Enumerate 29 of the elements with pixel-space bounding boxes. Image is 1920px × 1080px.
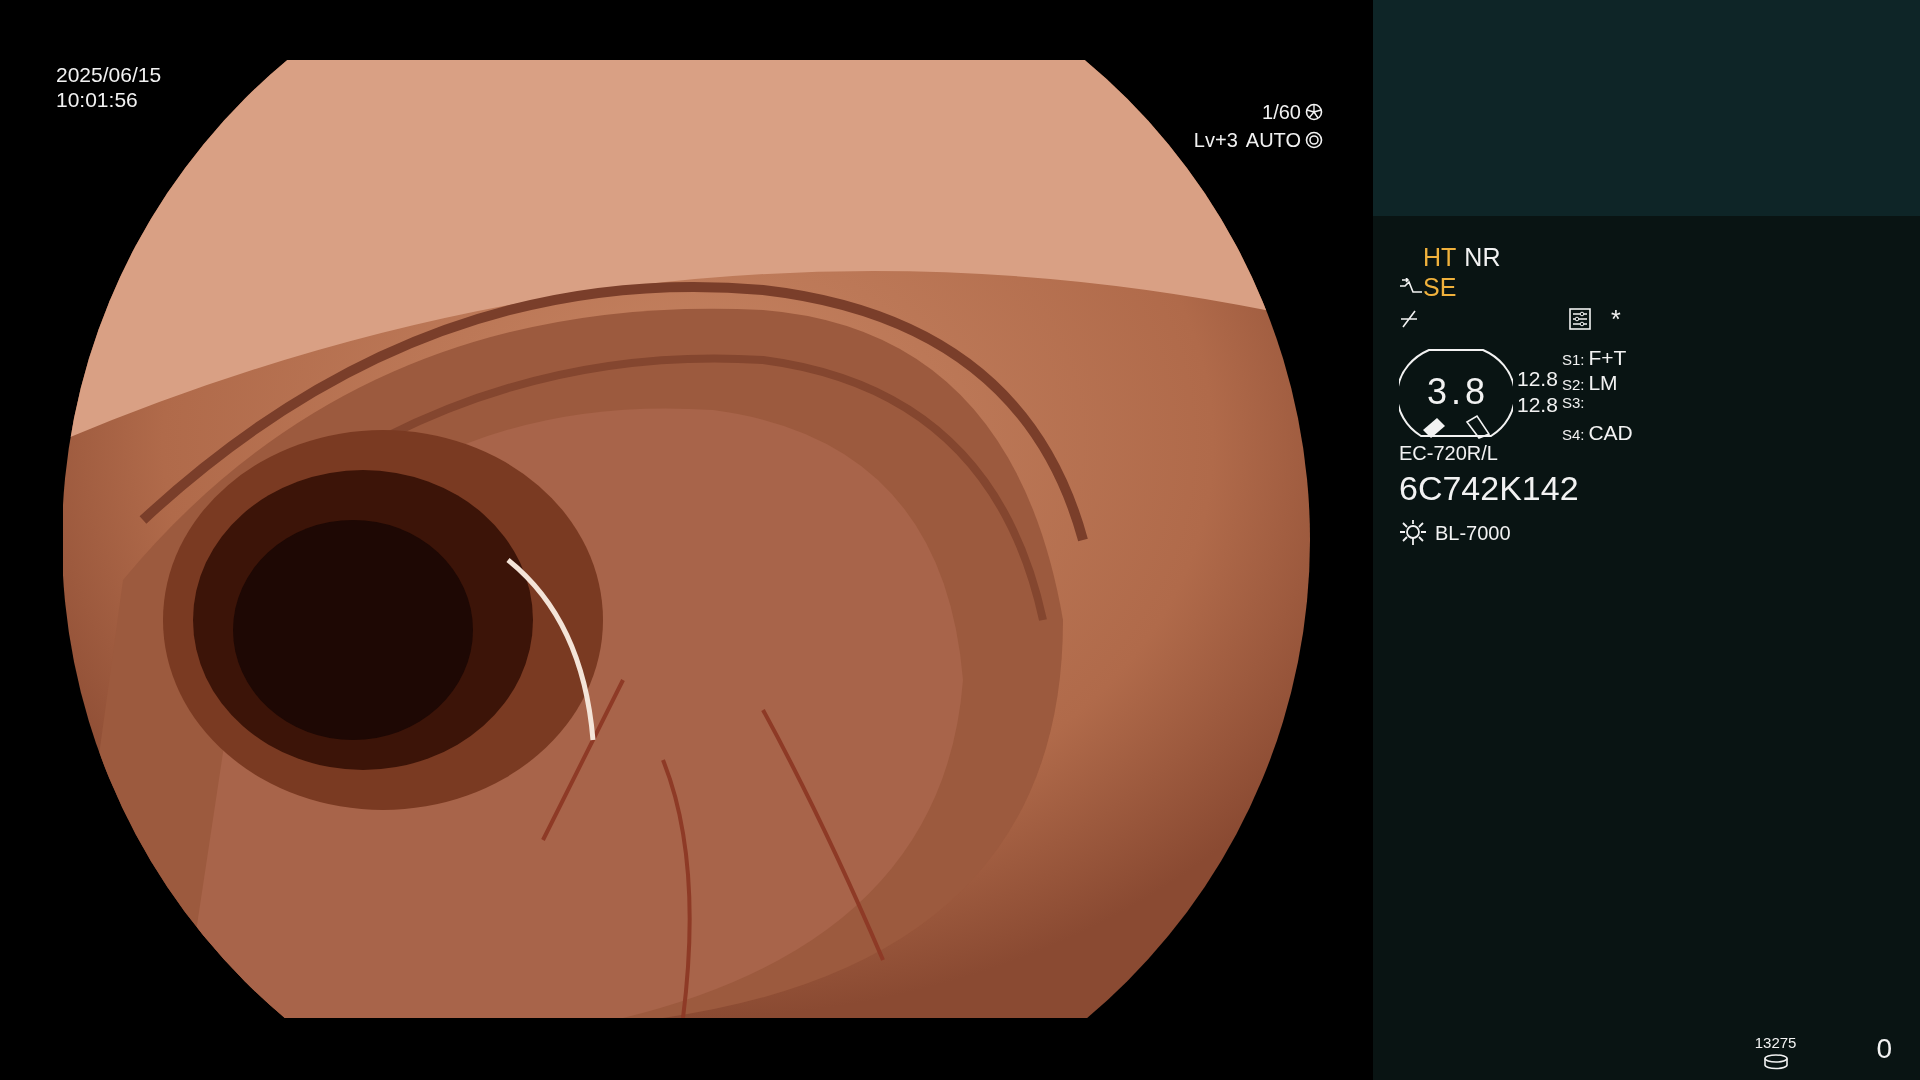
brightness-level-text: Lv+3	[1193, 128, 1238, 153]
disk-icon	[1762, 1054, 1789, 1070]
enhancement-label: SE	[1423, 272, 1457, 302]
shutter-speed-text: 1/60	[1262, 100, 1301, 125]
settings-icon	[1569, 308, 1591, 330]
curve-icon	[1399, 278, 1423, 296]
lamp-icon	[1399, 519, 1427, 547]
light-source-text: BL-7000	[1435, 521, 1511, 546]
shutter-icon	[1305, 103, 1323, 121]
mode-label: NR	[1464, 242, 1501, 272]
reading-text: 12.8	[1517, 366, 1558, 392]
reading-text: 12.8	[1517, 392, 1558, 418]
aperture-icon	[1305, 131, 1323, 149]
exposure-mode-text: AUTO	[1245, 128, 1301, 153]
mode-label: HT	[1423, 242, 1457, 272]
switch-value: F+T	[1588, 345, 1627, 371]
marker-symbol: *	[1611, 304, 1621, 334]
scope-model-text: EC-720R/L	[1399, 441, 1499, 466]
counter-text: 13275	[1754, 1032, 1797, 1053]
scope-serial-text: 6C742K142	[1399, 468, 1580, 508]
slash-curve-icon	[1399, 309, 1419, 329]
switch-value: CAD	[1588, 420, 1633, 446]
switch-key: S1:	[1561, 349, 1585, 372]
count-number: 0	[1876, 1032, 1892, 1066]
time-text: 10:01:56	[56, 87, 139, 112]
switch-key: S4:	[1561, 424, 1585, 447]
date-text: 2025/06/15	[56, 62, 162, 87]
switch-value: LM	[1588, 370, 1618, 396]
zoom-value-text: 3.8	[1427, 372, 1490, 412]
